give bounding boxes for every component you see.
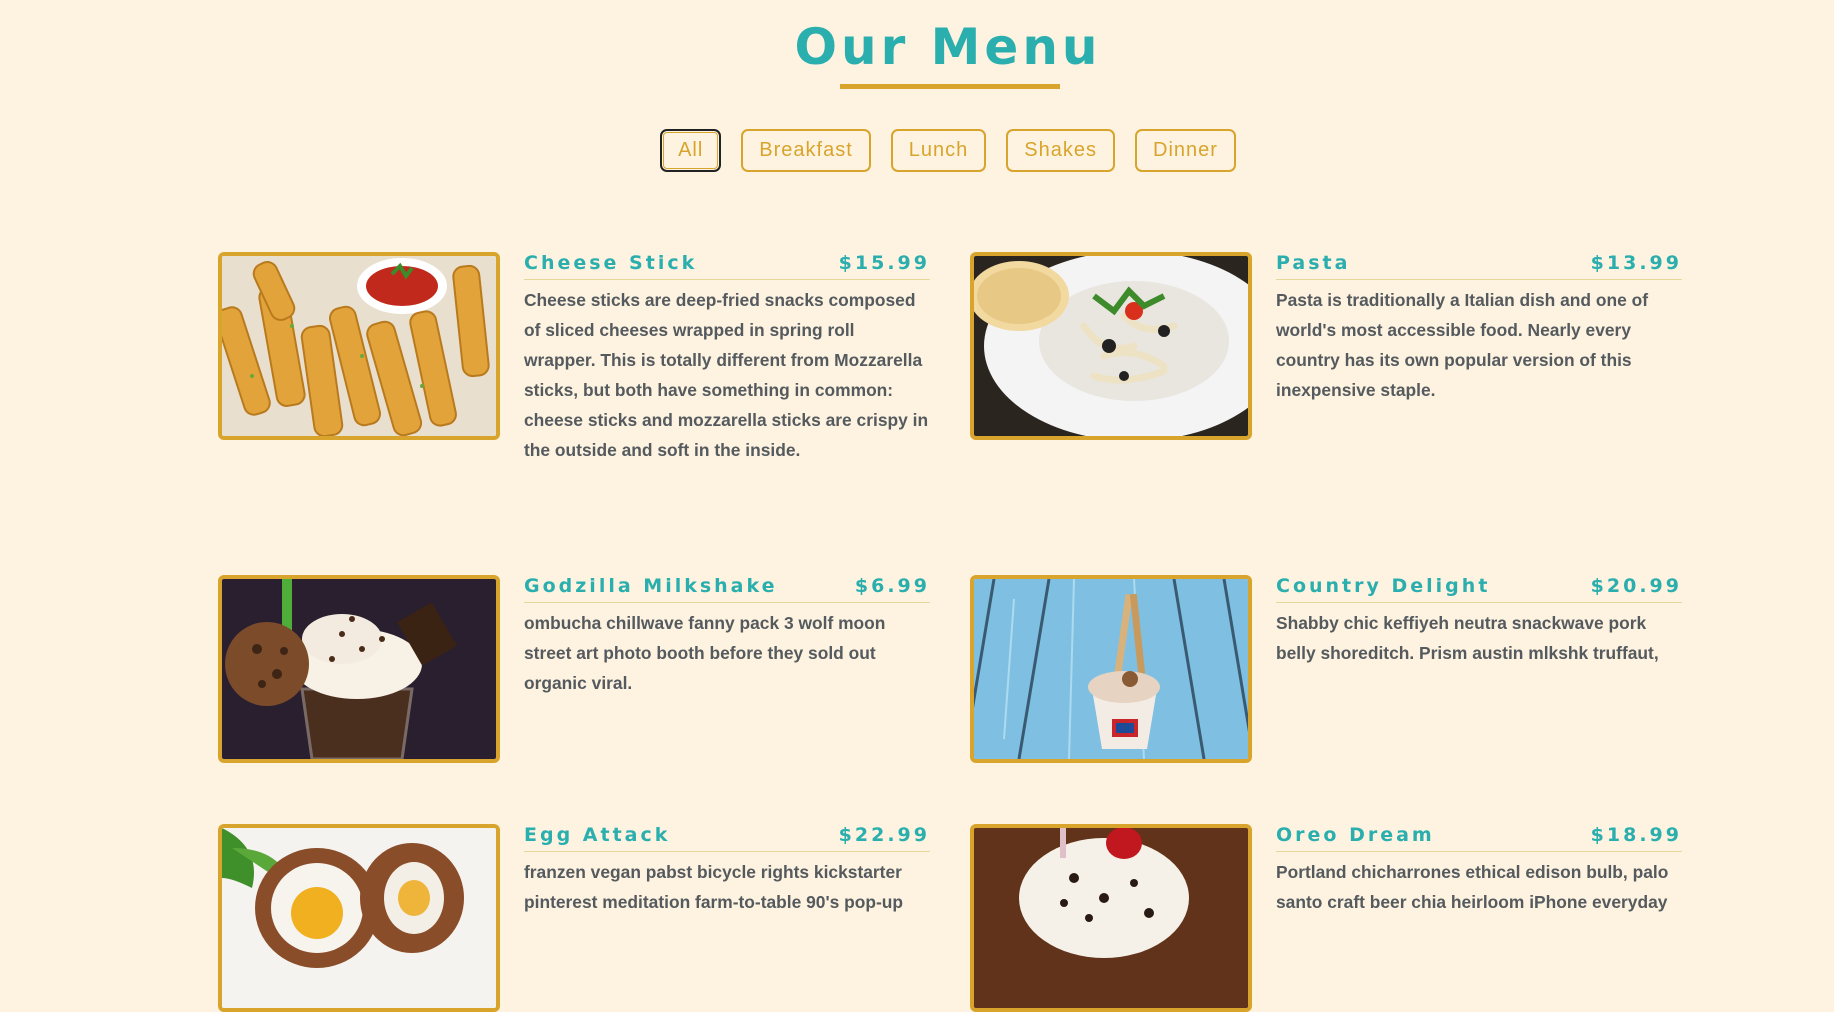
menu-item-name: Oreo Dream xyxy=(1276,824,1435,846)
menu-item-description: Portland chicharrones ethical edison bul… xyxy=(1276,862,1669,912)
menu-item-photo xyxy=(970,252,1252,440)
menu-item-name: Godzilla Milkshake xyxy=(524,575,778,597)
menu-item-photo xyxy=(218,252,500,440)
menu-item-photo xyxy=(218,824,500,1012)
filter-shakes-button[interactable]: Shakes xyxy=(1006,129,1115,172)
menu-item-header: Godzilla Milkshake $6.99 xyxy=(524,575,930,603)
menu-item-header: Egg Attack $22.99 xyxy=(524,824,930,852)
title-underline xyxy=(840,84,1060,89)
page-title: Our Menu xyxy=(794,18,1102,76)
menu-item-price: $15.99 xyxy=(838,252,930,274)
menu-item-header: Country Delight $20.99 xyxy=(1276,575,1682,603)
menu-item-name: Country Delight xyxy=(1276,575,1491,597)
menu-item-name: Pasta xyxy=(1276,252,1351,274)
menu-item-price: $6.99 xyxy=(854,575,930,597)
menu-item-description: Pasta is traditionally a Italian dish an… xyxy=(1276,290,1649,400)
menu-item-name: Cheese Stick xyxy=(524,252,698,274)
menu-item-header: Oreo Dream $18.99 xyxy=(1276,824,1682,852)
filter-all-button[interactable]: All xyxy=(660,129,722,172)
filter-lunch-button[interactable]: Lunch xyxy=(890,129,987,172)
filter-breakfast-button[interactable]: Breakfast xyxy=(741,129,871,172)
menu-item-photo xyxy=(970,575,1252,763)
menu-item-description: franzen vegan pabst bicycle rights kicks… xyxy=(524,862,904,912)
menu-item-description: ombucha chillwave fanny pack 3 wolf moon… xyxy=(524,613,886,693)
menu-item-description: Cheese sticks are deep-fried snacks comp… xyxy=(524,290,929,460)
filter-bar: All Breakfast Lunch Shakes Dinner xyxy=(0,129,1834,172)
filter-dinner-button[interactable]: Dinner xyxy=(1135,129,1236,172)
menu-item-price: $18.99 xyxy=(1590,824,1682,846)
menu-item-header: Cheese Stick $15.99 xyxy=(524,252,930,280)
menu-item-price: $13.99 xyxy=(1590,252,1682,274)
menu-item-photo xyxy=(218,575,500,763)
menu-item-photo xyxy=(970,824,1252,1012)
menu-item-price: $20.99 xyxy=(1590,575,1682,597)
menu-item-header: Pasta $13.99 xyxy=(1276,252,1682,280)
menu-item-description: Shabby chic keffiyeh neutra snackwave po… xyxy=(1276,613,1659,663)
menu-item-name: Egg Attack xyxy=(524,824,671,846)
menu-item-price: $22.99 xyxy=(838,824,930,846)
